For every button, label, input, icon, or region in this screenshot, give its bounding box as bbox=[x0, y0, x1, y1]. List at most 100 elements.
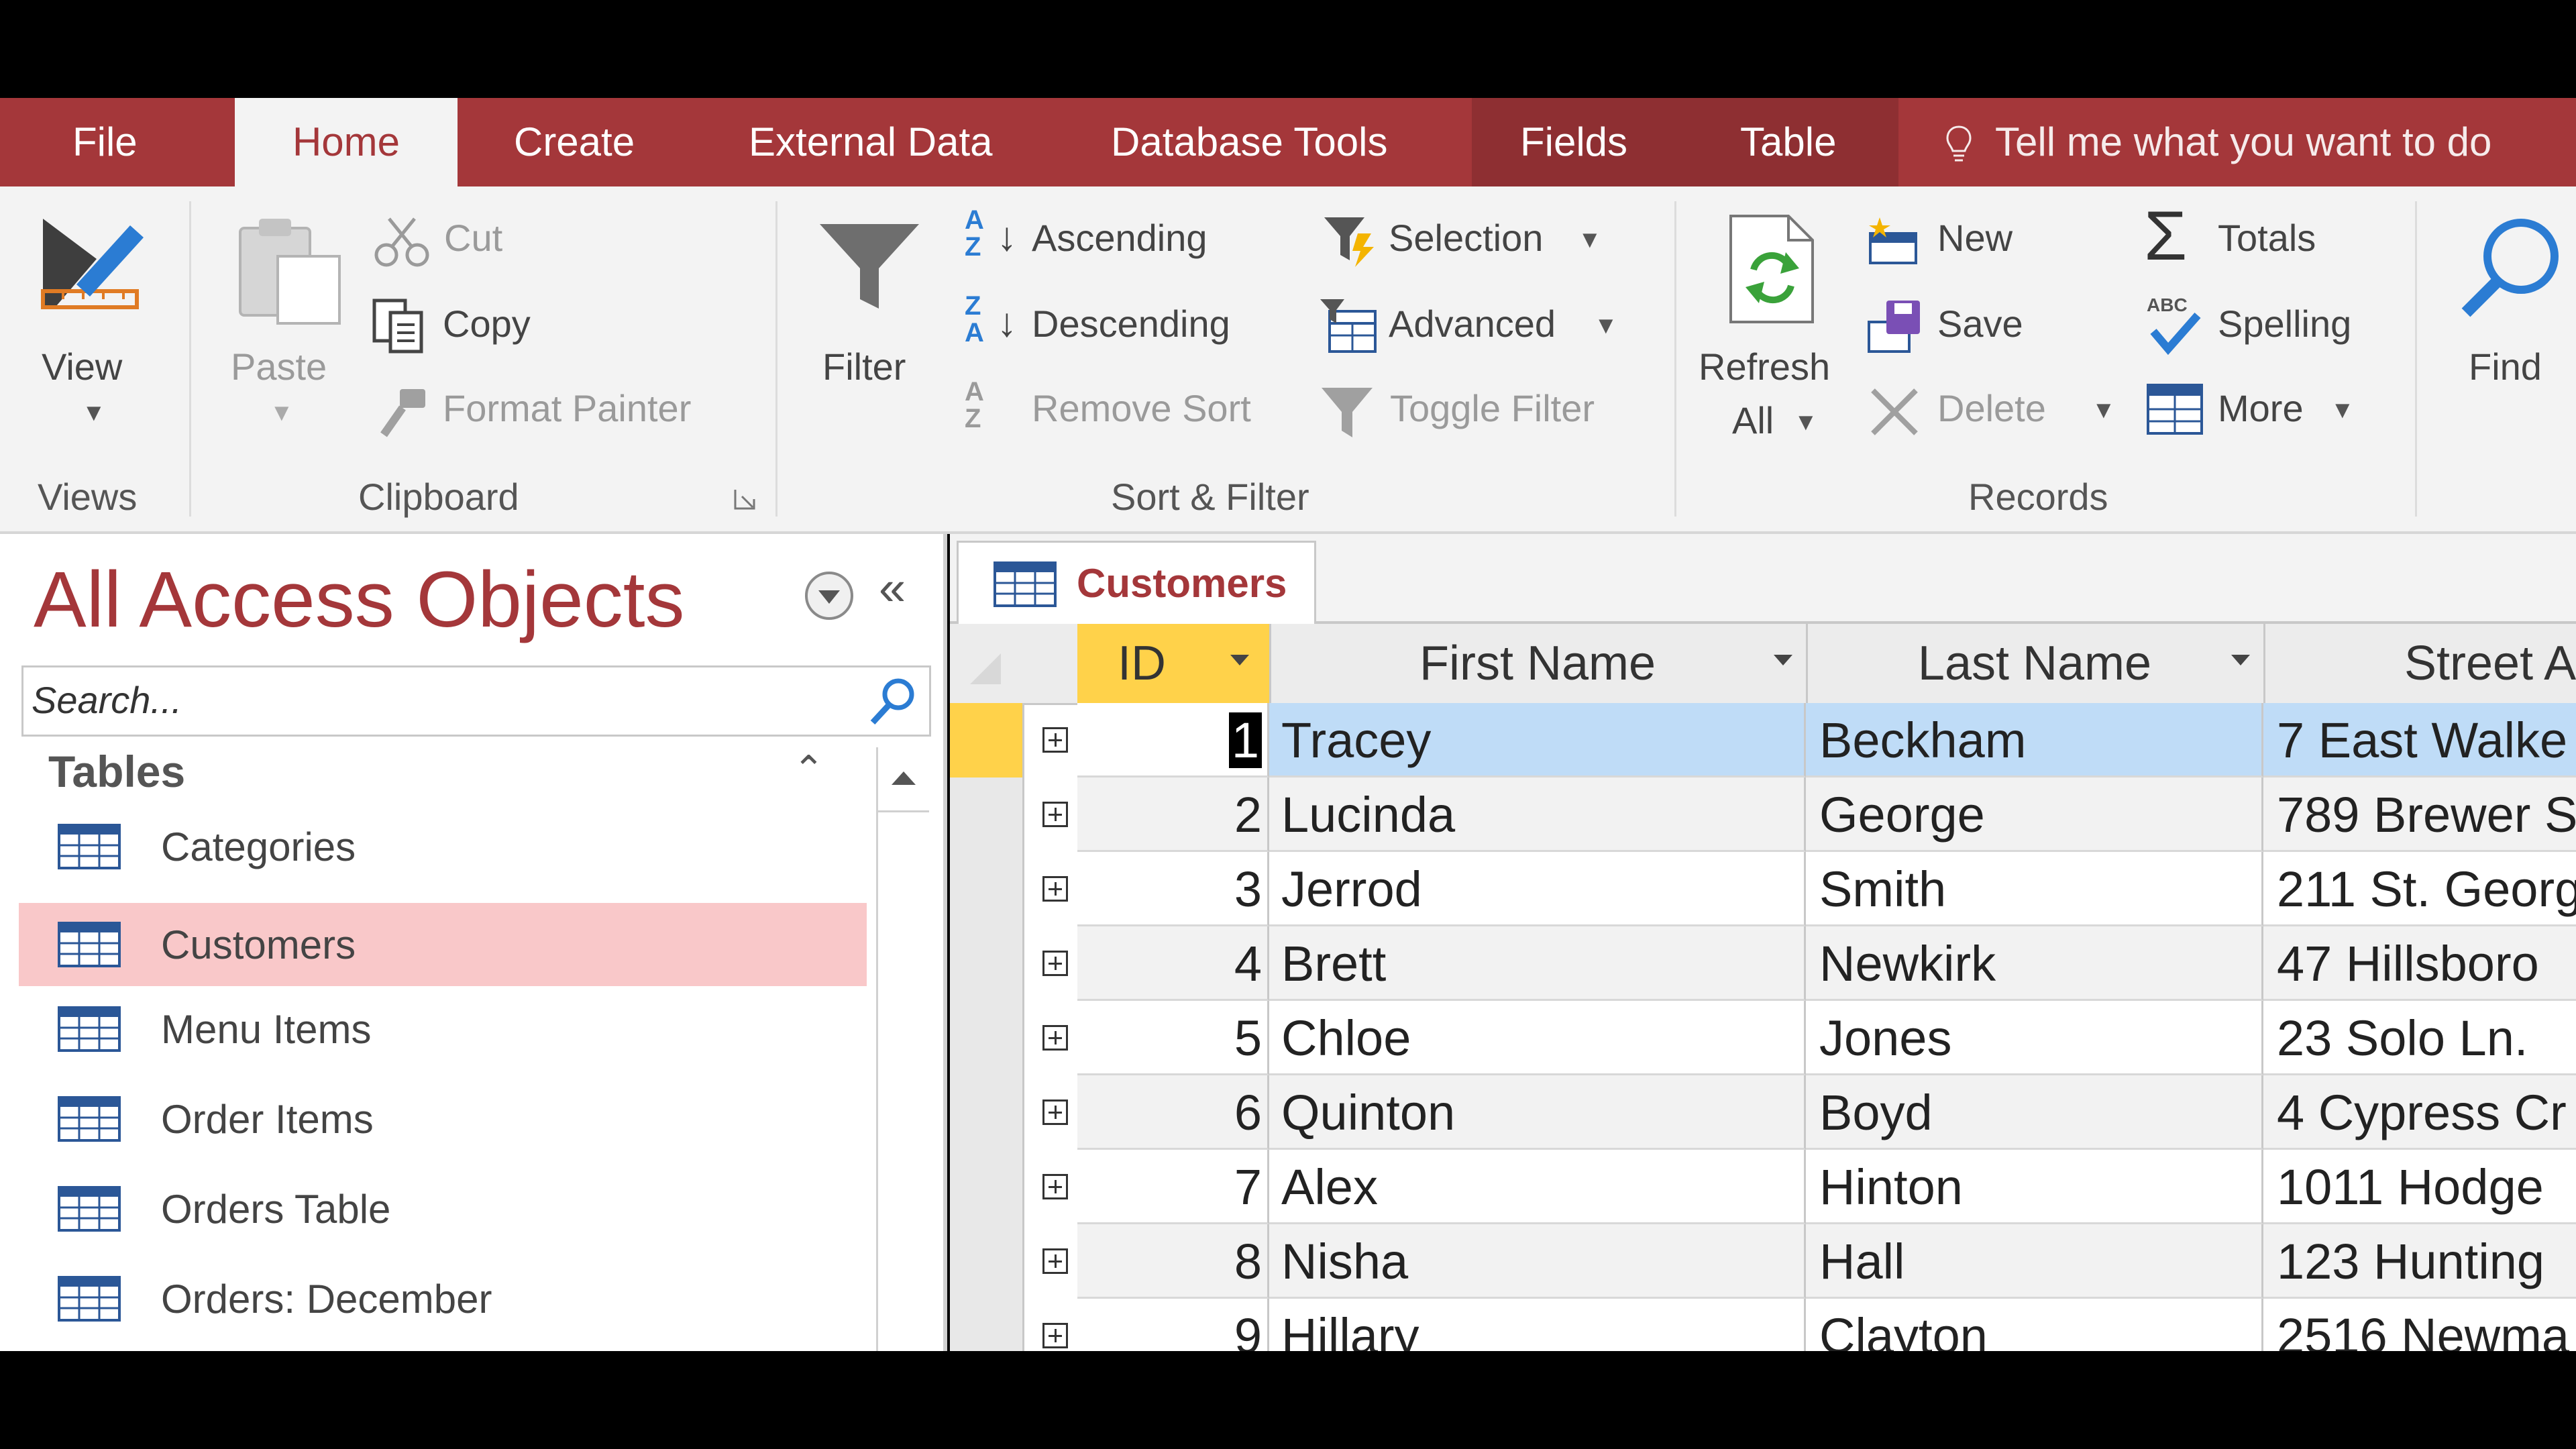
cell-street[interactable]: 47 Hillsboro bbox=[2263, 926, 2576, 1001]
record-selector[interactable] bbox=[950, 1150, 1024, 1226]
cell-first-name[interactable]: Alex bbox=[1269, 1150, 1806, 1224]
nav-scrollbar[interactable] bbox=[876, 747, 929, 1351]
cell-id[interactable]: 2 bbox=[1077, 777, 1269, 852]
cell-first-name[interactable]: Brett bbox=[1269, 926, 1806, 1001]
cell-last-name[interactable]: Hall bbox=[1806, 1224, 2263, 1299]
cell-id[interactable]: 7 bbox=[1077, 1150, 1269, 1224]
cell-street[interactable]: 7 East Walke bbox=[2263, 703, 2576, 777]
cell-first-name[interactable]: Hillary bbox=[1269, 1299, 1806, 1351]
scroll-up-button[interactable] bbox=[878, 747, 929, 812]
tab-file[interactable]: File bbox=[72, 98, 138, 186]
expand-plus-icon[interactable] bbox=[1042, 951, 1068, 976]
expand-plus-icon[interactable] bbox=[1042, 802, 1068, 827]
nav-item-customers[interactable]: Customers bbox=[19, 903, 867, 986]
cell-id[interactable]: 9 bbox=[1077, 1299, 1269, 1351]
cell-last-name[interactable]: George bbox=[1806, 777, 2263, 852]
copy-icon bbox=[372, 299, 423, 354]
table-row[interactable]: 7 Alex Hinton 1011 Hodge bbox=[950, 1150, 2576, 1226]
cell-last-name[interactable]: Hinton bbox=[1806, 1150, 2263, 1224]
record-selector[interactable] bbox=[950, 926, 1024, 1002]
record-selector[interactable] bbox=[950, 1224, 1024, 1300]
cell-street[interactable]: 23 Solo Ln. bbox=[2263, 1001, 2576, 1075]
table-row[interactable]: 1 Tracey Beckham 7 East Walke bbox=[950, 703, 2576, 779]
nav-item-order-items[interactable]: Order Items bbox=[19, 1077, 867, 1161]
cell-first-name[interactable]: Lucinda bbox=[1269, 777, 1806, 852]
chevron-down-icon[interactable] bbox=[2231, 655, 2250, 665]
dialog-launcher-icon[interactable] bbox=[733, 487, 757, 511]
record-selector[interactable] bbox=[950, 777, 1024, 853]
column-header-id[interactable]: ID bbox=[1077, 624, 1271, 703]
cell-street[interactable]: 2516 Newma bbox=[2263, 1299, 2576, 1351]
record-selector[interactable] bbox=[950, 703, 1024, 779]
cell-last-name[interactable]: Clayton bbox=[1806, 1299, 2263, 1351]
cell-first-name[interactable]: Jerrod bbox=[1269, 852, 1806, 926]
cell-last-name[interactable]: Jones bbox=[1806, 1001, 2263, 1075]
column-header-last-name[interactable]: Last Name bbox=[1806, 624, 2265, 703]
nav-menu-dropdown-icon[interactable] bbox=[802, 569, 856, 623]
tab-fields[interactable]: Fields bbox=[1520, 98, 1627, 186]
search-icon[interactable] bbox=[866, 674, 920, 728]
tell-me-box[interactable]: Tell me what you want to do bbox=[1945, 98, 2491, 186]
table-row[interactable]: 8 Nisha Hall 123 Hunting bbox=[950, 1224, 2576, 1300]
record-selector[interactable] bbox=[950, 1001, 1024, 1077]
expand-plus-icon[interactable] bbox=[1042, 1099, 1068, 1125]
cell-id[interactable]: 6 bbox=[1077, 1075, 1269, 1150]
cell-street[interactable]: 211 St. Georg bbox=[2263, 852, 2576, 926]
expand-plus-icon[interactable] bbox=[1042, 1248, 1068, 1274]
cell-id[interactable]: 8 bbox=[1077, 1224, 1269, 1299]
table-row[interactable]: 3 Jerrod Smith 211 St. Georg bbox=[950, 852, 2576, 928]
chevron-down-icon[interactable] bbox=[1774, 655, 1792, 665]
tab-database-tools[interactable]: Database Tools bbox=[1111, 98, 1388, 186]
table-row[interactable]: 5 Chloe Jones 23 Solo Ln. bbox=[950, 1001, 2576, 1077]
collapse-pane-icon[interactable]: « bbox=[879, 561, 906, 616]
column-header-street[interactable]: Street A bbox=[2263, 624, 2576, 703]
nav-search-input[interactable] bbox=[30, 667, 858, 732]
cell-street[interactable]: 1011 Hodge bbox=[2263, 1150, 2576, 1224]
expand-plus-icon[interactable] bbox=[1042, 876, 1068, 902]
chevron-down-icon: ▼ bbox=[1578, 225, 1602, 253]
nav-item-orders-december[interactable]: Orders: December bbox=[19, 1257, 867, 1340]
tab-customers[interactable]: Customers bbox=[957, 541, 1316, 626]
tab-home[interactable]: Home bbox=[235, 98, 458, 186]
chevron-down-icon[interactable] bbox=[1230, 655, 1249, 665]
nav-pane-title[interactable]: All Access Objects bbox=[34, 554, 685, 645]
tables-group-header[interactable]: Tables bbox=[48, 746, 185, 797]
expand-plus-icon[interactable] bbox=[1042, 1025, 1068, 1051]
record-selector[interactable] bbox=[950, 852, 1024, 928]
nav-item-categories[interactable]: Categories bbox=[19, 805, 867, 888]
cell-id[interactable]: 3 bbox=[1077, 852, 1269, 926]
cell-street[interactable]: 123 Hunting bbox=[2263, 1224, 2576, 1299]
table-row[interactable]: 2 Lucinda George 789 Brewer S bbox=[950, 777, 2576, 853]
cell-id[interactable]: 1 bbox=[1077, 703, 1269, 777]
cell-street[interactable]: 4 Cypress Cr bbox=[2263, 1075, 2576, 1150]
cell-first-name[interactable]: Chloe bbox=[1269, 1001, 1806, 1075]
cell-first-name[interactable]: Tracey bbox=[1269, 703, 1806, 777]
cell-last-name[interactable]: Beckham bbox=[1806, 703, 2263, 777]
cell-first-name[interactable]: Quinton bbox=[1269, 1075, 1806, 1150]
cell-id[interactable]: 4 bbox=[1077, 926, 1269, 1001]
table-row[interactable]: 9 Hillary Clayton 2516 Newma bbox=[950, 1299, 2576, 1351]
cell-last-name[interactable]: Newkirk bbox=[1806, 926, 2263, 1001]
nav-item-menu-items[interactable]: Menu Items bbox=[19, 987, 867, 1071]
cell-last-name[interactable]: Boyd bbox=[1806, 1075, 2263, 1150]
expand-plus-icon[interactable] bbox=[1042, 1323, 1068, 1348]
expand-plus-icon[interactable] bbox=[1042, 1174, 1068, 1199]
table-row[interactable]: 6 Quinton Boyd 4 Cypress Cr bbox=[950, 1075, 2576, 1151]
cell-street[interactable]: 789 Brewer S bbox=[2263, 777, 2576, 852]
tab-create[interactable]: Create bbox=[514, 98, 635, 186]
nav-item-orders-table[interactable]: Orders Table bbox=[19, 1167, 867, 1250]
column-header-first-name[interactable]: First Name bbox=[1269, 624, 1808, 703]
cell-last-name[interactable]: Smith bbox=[1806, 852, 2263, 926]
selection-label: Selection bbox=[1389, 217, 1544, 259]
record-selector[interactable] bbox=[950, 1075, 1024, 1151]
select-all-corner[interactable] bbox=[950, 624, 1024, 703]
expand-plus-icon[interactable] bbox=[1042, 727, 1068, 753]
cell-id[interactable]: 5 bbox=[1077, 1001, 1269, 1075]
collapse-group-icon[interactable]: ⌃ bbox=[793, 747, 824, 792]
tab-table[interactable]: Table bbox=[1740, 98, 1836, 186]
table-row[interactable]: 4 Brett Newkirk 47 Hillsboro bbox=[950, 926, 2576, 1002]
tab-external-data[interactable]: External Data bbox=[749, 98, 993, 186]
cell-first-name[interactable]: Nisha bbox=[1269, 1224, 1806, 1299]
toggle-filter-icon bbox=[1322, 388, 1373, 437]
record-selector[interactable] bbox=[950, 1299, 1024, 1351]
